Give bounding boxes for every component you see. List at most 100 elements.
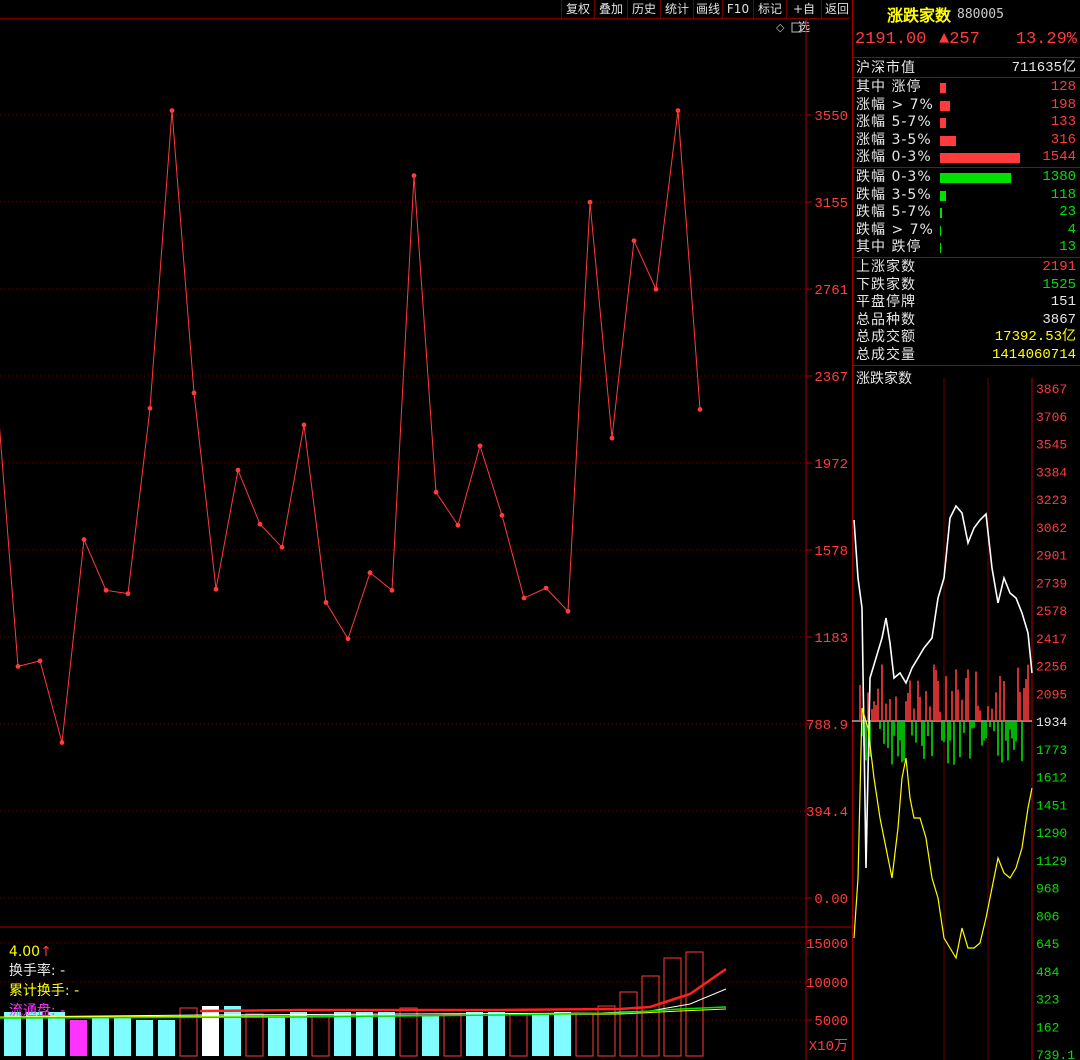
data-point[interactable] (125, 591, 131, 597)
window-toggle-icon[interactable] (791, 22, 802, 33)
y-tick-label: 2761 (814, 283, 848, 299)
stat-label: 平盘停牌 (856, 294, 916, 310)
index-change-pct: 13.29% (1015, 30, 1077, 49)
stat-label: 其中 跌停 (856, 239, 922, 255)
data-point[interactable] (147, 405, 153, 411)
volume-bar (268, 1016, 285, 1056)
volume-bar (114, 1018, 131, 1056)
y-tick-label: 1972 (814, 457, 848, 473)
data-point[interactable] (697, 407, 703, 412)
data-point[interactable] (323, 600, 329, 605)
data-point[interactable] (191, 390, 197, 396)
stat-label: 跌幅 3-5% (856, 186, 932, 203)
mini-tick-label: 484 (1036, 965, 1060, 980)
y-tick-label: 3155 (814, 196, 848, 212)
stat-bar (940, 83, 947, 93)
mini-intraday-chart[interactable]: 3867 3706 3545 3384 3223 3062 2901 2739 2578 2417… (852, 378, 1080, 1060)
summary-row: 总品种数 3867 (856, 312, 1078, 329)
mini-tick-label: 3384 (1036, 465, 1067, 480)
data-point[interactable] (521, 595, 527, 601)
data-point[interactable] (103, 587, 109, 593)
data-point[interactable] (169, 108, 175, 113)
data-point[interactable] (631, 238, 637, 244)
stat-label: 上涨家数 (856, 259, 916, 275)
market-cap-value: 711635亿 (1011, 60, 1076, 76)
data-point[interactable] (433, 489, 439, 495)
diamond-icon[interactable]: ◇ (776, 21, 785, 34)
restore-rights-button[interactable]: 复权 (561, 0, 594, 18)
ma-line-red (199, 967, 727, 1013)
data-point[interactable] (499, 512, 505, 518)
stat-label: 跌幅 > 7% (856, 221, 934, 238)
volume-bar (136, 1020, 153, 1056)
f10-button[interactable]: F10 (722, 0, 753, 18)
add-watchlist-button[interactable]: +自选 (786, 0, 821, 34)
statistics-button[interactable]: 统计 (660, 0, 693, 18)
up-arrow-icon: ↑ (40, 944, 52, 960)
y-tick-label: 1183 (814, 631, 848, 647)
data-point[interactable] (59, 740, 65, 745)
data-point[interactable] (235, 467, 241, 473)
stat-label: 下跌家数 (856, 276, 916, 293)
mini-tick-label: 2095 (1036, 687, 1067, 702)
data-point[interactable] (477, 443, 483, 449)
data-point[interactable] (389, 587, 395, 593)
data-point[interactable] (345, 636, 351, 642)
volume-bar (488, 1012, 505, 1056)
draw-line-button[interactable]: 画线 (693, 0, 722, 18)
data-point[interactable] (609, 435, 615, 441)
volume-bar (619, 991, 638, 1057)
stat-label: 总成交量 (856, 346, 916, 363)
data-point[interactable] (653, 286, 659, 292)
index-price: 2191.00 (855, 30, 927, 49)
down-row: 跌幅 0-3% 1380 (856, 169, 1078, 186)
mini-tick-label: 2256 (1036, 660, 1067, 675)
data-point[interactable] (213, 586, 219, 592)
data-point[interactable] (675, 108, 681, 113)
stat-label: 涨幅 0-3% (856, 149, 932, 165)
mini-tick-label: 1612 (1036, 771, 1067, 786)
data-point[interactable] (37, 658, 43, 664)
data-point[interactable] (81, 537, 87, 542)
main-line-chart[interactable]: 3550 3155 2761 2367 1972 1578 1183 788.9 394.4 0.… (0, 19, 852, 1060)
mini-tick-label: 739.1 (1036, 1048, 1075, 1060)
stat-value: 316 (1050, 131, 1076, 148)
data-point[interactable] (279, 544, 285, 550)
history-button[interactable]: 历史 (627, 0, 660, 18)
stat-bar (940, 100, 950, 111)
data-point[interactable] (411, 173, 417, 179)
mini-tick-label: 1773 (1036, 743, 1067, 758)
mini-tick-label: 2739 (1036, 576, 1067, 591)
mark-button[interactable]: 标记 (753, 0, 786, 18)
market-cap-row: 沪深市值 711635亿 (856, 60, 1078, 77)
mini-tick-label: 1129 (1036, 854, 1067, 869)
volume-bar (641, 975, 660, 1057)
vol-tick-label: 5000 (814, 1014, 848, 1030)
down-row: 跌幅 > 7% 4 (856, 222, 1078, 239)
mini-tick-label: 3223 (1036, 493, 1067, 508)
volume-bar (158, 1020, 175, 1056)
data-point[interactable] (587, 199, 593, 205)
data-point[interactable] (543, 585, 549, 591)
data-point[interactable] (15, 664, 21, 669)
y-tick-label: 394.4 (806, 805, 848, 821)
down-row: 跌幅 3-5% 118 (856, 187, 1078, 204)
vol-tick-label: X10万 (809, 1039, 848, 1055)
stat-bar (940, 208, 942, 218)
data-point[interactable] (455, 522, 461, 528)
data-point[interactable] (257, 521, 263, 527)
index-title: 涨跌家数 (887, 6, 952, 25)
stat-bar (940, 225, 941, 236)
stat-value: 133 (1050, 114, 1076, 130)
data-point[interactable] (301, 422, 307, 428)
turnover-label: 换手率: - (8, 963, 66, 979)
stat-bar (940, 153, 1020, 163)
stat-value: 17392.53亿 (994, 329, 1076, 345)
data-point[interactable] (367, 570, 373, 576)
stat-bar (940, 118, 947, 128)
stat-label: 跌幅 5-7% (856, 204, 932, 220)
back-button[interactable]: 返回 (821, 0, 852, 18)
data-point[interactable] (565, 608, 571, 614)
stat-value: 2191 (1042, 259, 1076, 275)
overlay-button[interactable]: 叠加 (594, 0, 627, 18)
